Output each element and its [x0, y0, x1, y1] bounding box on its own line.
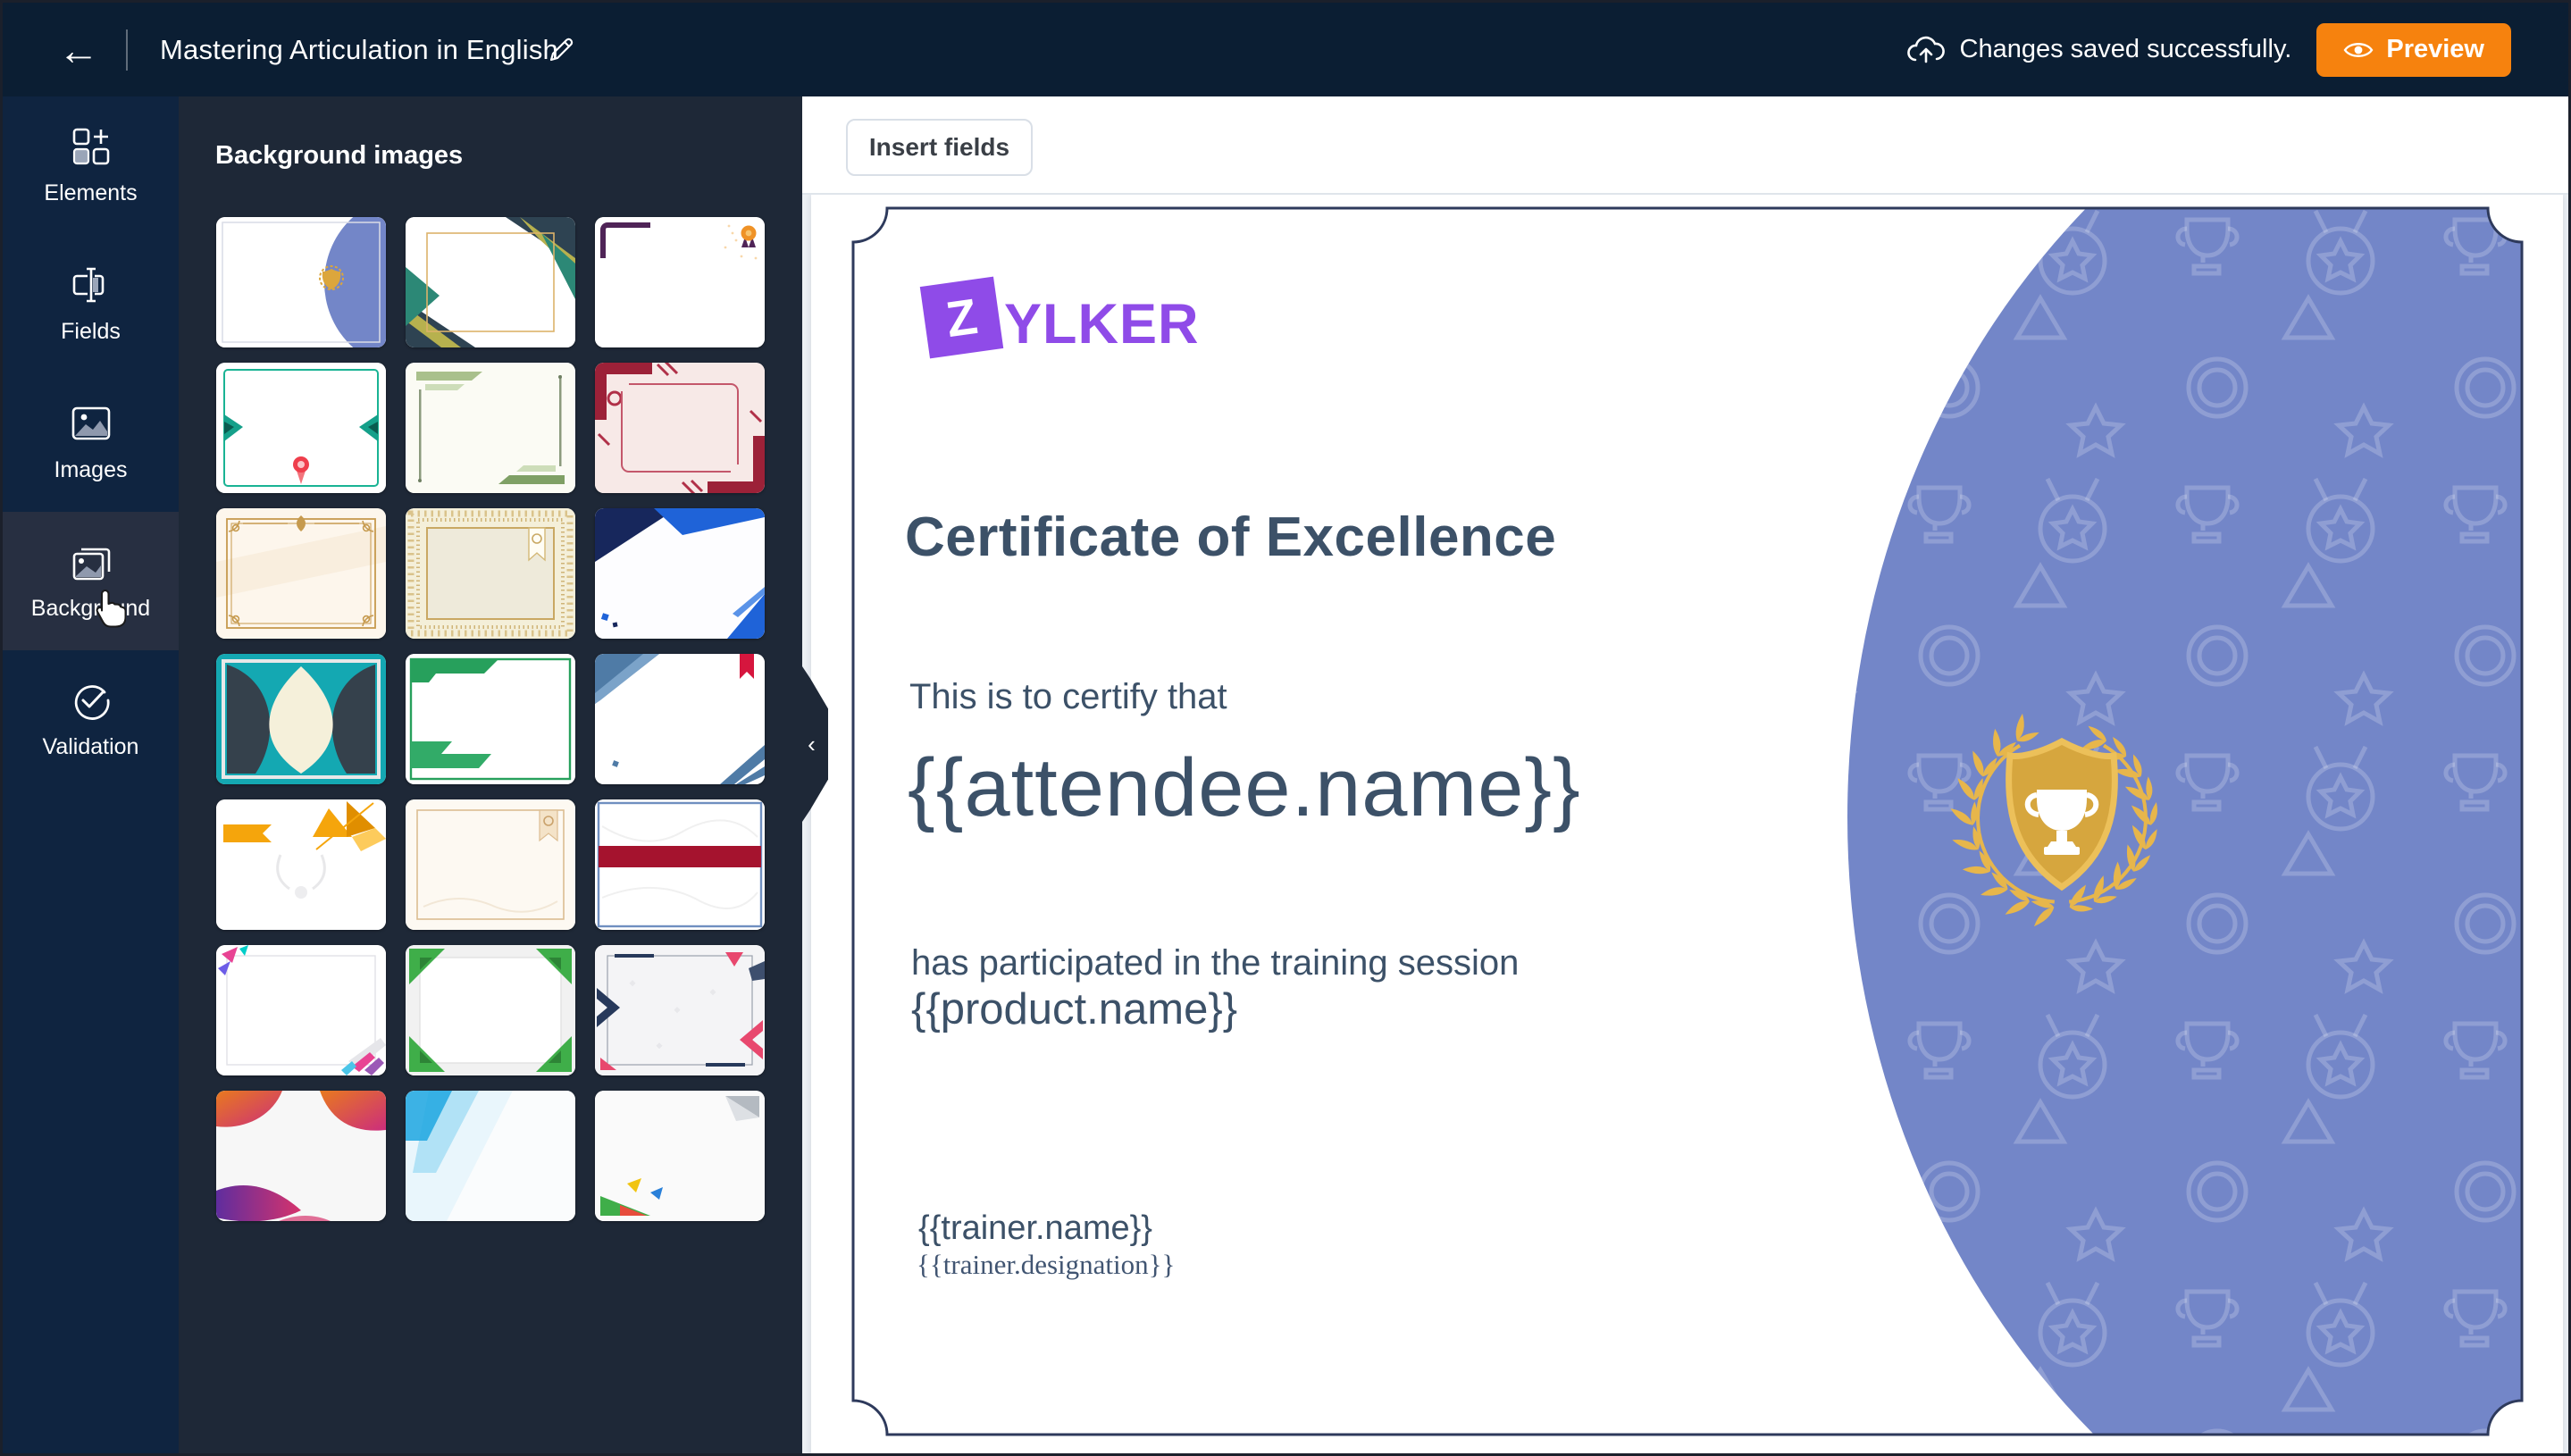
edit-title-pencil-icon[interactable] — [546, 35, 576, 65]
sidebar-item-label: Fields — [61, 319, 121, 345]
background-thumbnail-9-navy-blue-diagonals[interactable] — [595, 508, 765, 639]
eye-icon — [2343, 39, 2374, 61]
certificate-sheet[interactable]: Z YLKER Certificate of Excellence This i… — [811, 195, 2563, 1456]
topbar: ← Mastering Articulation in English Chan… — [3, 3, 2568, 96]
attendee-name-field[interactable]: {{attendee.name}} — [908, 741, 1581, 835]
background-thumbnail-12-steel-diagonal-red-bookmark[interactable] — [595, 654, 765, 784]
insert-fields-button[interactable]: Insert fields — [846, 119, 1033, 176]
preview-label: Preview — [2386, 35, 2484, 64]
certificate-intro-line[interactable]: This is to certify that — [909, 677, 1227, 717]
check-circle-icon — [70, 679, 113, 722]
preview-button[interactable]: Preview — [2316, 23, 2511, 77]
background-thumbnail-19-sunset-gradient-blobs[interactable] — [216, 1091, 386, 1221]
background-thumbnail-2-emerald-olive-corners[interactable] — [406, 217, 575, 347]
background-thumbnail-13-orange-origami-laurel[interactable] — [216, 799, 386, 930]
background-thumbnail-7-gold-flourish-frame[interactable] — [216, 508, 386, 639]
trainer-name-field[interactable]: {{trainer.name}} — [918, 1209, 1152, 1248]
sidebar-item-label: Background — [31, 596, 150, 622]
text-field-cursor-icon — [68, 264, 114, 306]
layered-images-icon — [69, 540, 113, 583]
product-name-field[interactable]: {{product.name}} — [911, 984, 1237, 1034]
sidebar-item-images[interactable]: Images — [3, 373, 179, 512]
background-thumbnail-grid — [216, 217, 765, 1221]
sidebar-item-label: Images — [54, 457, 128, 483]
topbar-divider — [126, 29, 128, 71]
background-thumbnail-17-green-corner-folds[interactable] — [406, 945, 575, 1075]
background-thumbnail-11-green-banner-frame[interactable] — [406, 654, 575, 784]
back-button[interactable]: ← — [58, 3, 99, 96]
app-window: ← Mastering Articulation in English Chan… — [0, 0, 2571, 1456]
image-icon — [70, 402, 113, 445]
background-thumbnail-5-sage-green-bars[interactable] — [406, 363, 575, 493]
background-panel: Background images — [179, 96, 802, 1456]
background-thumbnail-20-sky-blue-diagonals[interactable] — [406, 1091, 575, 1221]
background-thumbnail-18-navy-pink-chevrons[interactable] — [595, 945, 765, 1075]
zylker-logo[interactable]: Z YLKER — [925, 280, 1193, 364]
save-status: Changes saved successfully. — [1906, 35, 2292, 65]
background-thumbnail-6-crimson-ornate-frame[interactable] — [595, 363, 765, 493]
background-thumbnail-4-teal-frame-red-medal[interactable] — [216, 363, 386, 493]
background-thumbnail-21-gray-fold-confetti[interactable] — [595, 1091, 765, 1221]
sidebar: Elements Fields Images — [3, 96, 179, 1456]
zylker-logo-mark: Z — [920, 277, 1003, 359]
chevron-left-icon: ‹ — [808, 732, 816, 756]
laurel-trophy-badge — [1944, 704, 2181, 927]
background-thumbnail-8-gold-lace-border[interactable] — [406, 508, 575, 639]
elements-grid-plus-icon — [70, 125, 113, 168]
sidebar-item-fields[interactable]: Fields — [3, 235, 179, 373]
save-status-text: Changes saved successfully. — [1960, 35, 2292, 64]
back-arrow-icon: ← — [58, 26, 99, 74]
sidebar-item-background[interactable]: Background — [3, 512, 179, 650]
background-thumbnail-10-teal-ink-teardrop[interactable] — [216, 654, 386, 784]
sidebar-item-elements[interactable]: Elements — [3, 96, 179, 235]
background-thumbnail-15-crimson-band-blue-frame[interactable] — [595, 799, 765, 930]
trainer-designation-field[interactable]: {{trainer.designation}} — [917, 1249, 1175, 1281]
background-thumbnail-3-purple-corner-orange-medal[interactable] — [595, 217, 765, 347]
page-title: Mastering Articulation in English — [160, 3, 558, 96]
sidebar-item-label: Elements — [44, 180, 137, 206]
certificate-body-line[interactable]: has participated in the training session — [911, 943, 1519, 983]
background-thumbnail-1-blue-arc-gold-badge[interactable] — [216, 217, 386, 347]
sidebar-item-label: Validation — [43, 734, 139, 760]
insert-fields-label: Insert fields — [869, 133, 1009, 162]
zylker-logo-text: YLKER — [1004, 292, 1200, 356]
background-thumbnail-14-tan-frame-bookmark[interactable] — [406, 799, 575, 930]
cloud-upload-icon — [1906, 35, 1946, 65]
panel-heading: Background images — [215, 141, 463, 171]
background-thumbnail-16-confetti-slivers-frame[interactable] — [216, 945, 386, 1075]
canvas-toolbar: Insert fields — [802, 96, 2571, 195]
sidebar-item-validation[interactable]: Validation — [3, 650, 179, 789]
certificate-title[interactable]: Certificate of Excellence — [905, 506, 1556, 569]
